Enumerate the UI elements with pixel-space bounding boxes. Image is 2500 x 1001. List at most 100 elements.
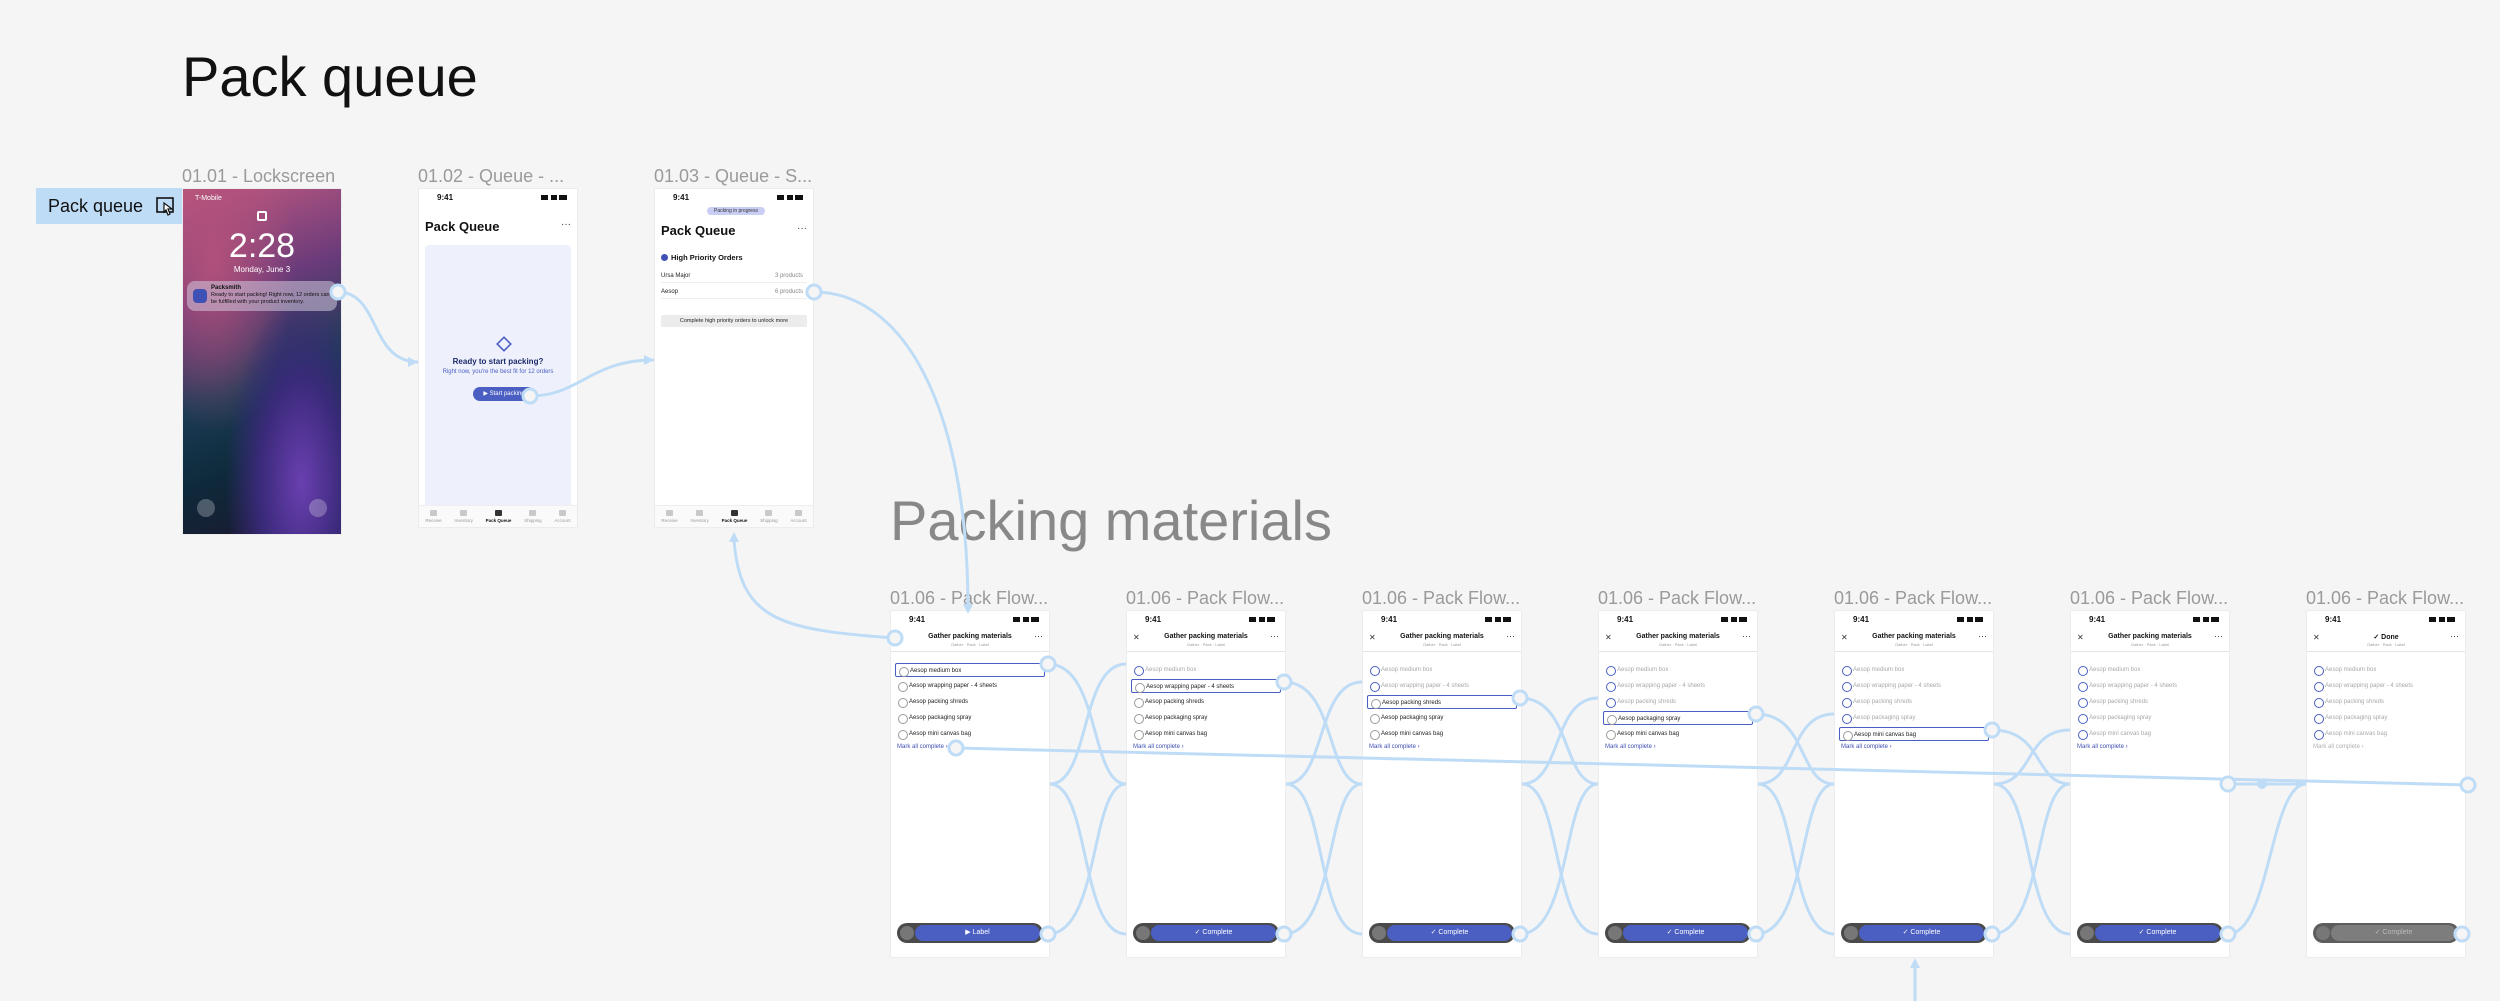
checklist-item[interactable]: Aesop medium box: [1131, 663, 1281, 677]
tab-pack-queue[interactable]: Pack Queue: [722, 510, 748, 523]
checklist-item[interactable]: Aesop packing shreds: [1367, 695, 1517, 709]
tab-account[interactable]: Account: [790, 510, 806, 523]
checklist-item[interactable]: Aesop medium box: [1603, 663, 1753, 677]
order-row[interactable]: Aesop 6 products: [661, 285, 807, 299]
checklist-item[interactable]: Aesop wrapping paper - 4 sheets: [1603, 679, 1753, 693]
checklist-item[interactable]: Aesop wrapping paper - 4 sheets: [2075, 679, 2225, 693]
checklist-item[interactable]: Aesop packing shreds: [895, 695, 1045, 709]
flow-title: ✓ Done: [2373, 634, 2399, 641]
checklist-item[interactable]: Aesop wrapping paper - 4 sheets: [1367, 679, 1517, 693]
checklist-item[interactable]: Aesop wrapping paper - 4 sheets: [895, 679, 1045, 693]
checklist-item[interactable]: Aesop packaging spray: [1603, 711, 1753, 725]
checklist-item[interactable]: Aesop packaging spray: [1367, 711, 1517, 725]
undo-icon[interactable]: [2316, 926, 2330, 940]
more-icon[interactable]: ···: [797, 223, 807, 234]
tab-inventory[interactable]: Inventory: [454, 510, 473, 523]
frame-queue-started[interactable]: 9:41 Packing in progress Pack Queue ··· …: [654, 188, 814, 528]
primary-action-button[interactable]: ✓ Complete: [1859, 925, 1984, 941]
more-icon[interactable]: ···: [2450, 631, 2459, 641]
tab-receive[interactable]: Receive: [661, 510, 677, 523]
order-row[interactable]: Ursa Major 3 products: [661, 269, 807, 283]
start-packing-button[interactable]: ▶ Start packing: [473, 387, 535, 401]
checklist-item[interactable]: Aesop packing shreds: [1839, 695, 1989, 709]
checklist-item[interactable]: Aesop wrapping paper - 4 sheets: [1839, 679, 1989, 693]
frame-pack-flow[interactable]: 9:41 Gather packing materials Gather · Pac…: [890, 610, 1050, 958]
more-icon[interactable]: ···: [2214, 631, 2223, 641]
tab-inventory[interactable]: Inventory: [690, 510, 709, 523]
more-icon[interactable]: ···: [1034, 631, 1043, 641]
primary-action-button[interactable]: ✓ Complete: [1387, 925, 1512, 941]
connection-wire: [813, 290, 970, 611]
frame-lockscreen[interactable]: T-Mobile 2:28 Monday, June 3 Packsmith R…: [182, 188, 342, 535]
checklist-item[interactable]: Aesop medium box: [895, 663, 1045, 677]
undo-icon[interactable]: [900, 926, 914, 940]
undo-icon[interactable]: [2080, 926, 2094, 940]
checklist-item[interactable]: Aesop packaging spray: [895, 711, 1045, 725]
flow-start-tag[interactable]: Pack queue: [36, 188, 182, 224]
frame-pack-flow[interactable]: 9:41 ✕ Gather packing materials Gather · Pa…: [2070, 610, 2230, 958]
tab-receive[interactable]: Receive: [425, 510, 441, 523]
flashlight-icon[interactable]: [197, 499, 215, 517]
primary-action-button[interactable]: ✓ Complete: [2331, 925, 2456, 941]
checklist-item[interactable]: Aesop mini canvas bag: [1603, 727, 1753, 741]
frame-pack-flow[interactable]: 9:41 ✕ Gather packing materials Gather · Pa…: [1598, 610, 1758, 958]
push-notification[interactable]: Packsmith Ready to start packing! Right …: [187, 281, 337, 311]
undo-icon[interactable]: [1136, 926, 1150, 940]
unlock-more-button[interactable]: Complete high priority orders to unlock …: [661, 315, 807, 327]
checklist-item[interactable]: Aesop packing shreds: [2075, 695, 2225, 709]
primary-action-button[interactable]: ✓ Complete: [1151, 925, 1276, 941]
step-indicator: Gather · Pack · Label: [2366, 642, 2406, 647]
frame-pack-flow[interactable]: 9:41 ✕ Gather packing materials Gather · Pa…: [1834, 610, 1994, 958]
mark-all-complete-link[interactable]: Mark all complete ›: [2313, 744, 2364, 750]
checklist-item[interactable]: Aesop packaging spray: [2075, 711, 2225, 725]
checklist-item[interactable]: Aesop packing shreds: [2311, 695, 2461, 709]
mark-all-complete-link[interactable]: Mark all complete ›: [897, 744, 948, 750]
undo-icon[interactable]: [1372, 926, 1386, 940]
mark-all-complete-link[interactable]: Mark all complete ›: [2077, 744, 2128, 750]
more-icon[interactable]: ···: [561, 219, 571, 230]
checklist-item[interactable]: Aesop medium box: [1839, 663, 1989, 677]
more-icon[interactable]: ···: [1742, 631, 1751, 641]
tab-shipping[interactable]: Shipping: [524, 510, 542, 523]
status-icons: [2193, 617, 2219, 622]
frame-pack-flow[interactable]: 9:41 ✕ Gather packing materials Gather · Pa…: [1362, 610, 1522, 958]
checklist-item[interactable]: Aesop mini canvas bag: [895, 727, 1045, 741]
more-icon[interactable]: ···: [1506, 631, 1515, 641]
tab-pack-queue[interactable]: Pack Queue: [486, 510, 512, 523]
checklist-item[interactable]: Aesop packaging spray: [2311, 711, 2461, 725]
camera-icon[interactable]: [309, 499, 327, 517]
checklist-item[interactable]: Aesop mini canvas bag: [1839, 727, 1989, 741]
arrowhead: [2296, 779, 2306, 789]
tab-account[interactable]: Account: [554, 510, 570, 523]
mark-all-complete-link[interactable]: Mark all complete ›: [1841, 744, 1892, 750]
checklist-item[interactable]: Aesop packaging spray: [1131, 711, 1281, 725]
primary-action-button[interactable]: ▶ Label: [915, 925, 1040, 941]
checklist-item[interactable]: Aesop medium box: [2311, 663, 2461, 677]
checklist-item[interactable]: Aesop mini canvas bag: [1131, 727, 1281, 741]
tab-shipping[interactable]: Shipping: [760, 510, 778, 523]
checklist-item[interactable]: Aesop packing shreds: [1603, 695, 1753, 709]
checklist-item[interactable]: Aesop packing shreds: [1131, 695, 1281, 709]
checklist-item[interactable]: Aesop mini canvas bag: [2075, 727, 2225, 741]
checklist-item[interactable]: Aesop wrapping paper - 4 sheets: [1131, 679, 1281, 693]
frame-queue-empty[interactable]: 9:41 Pack Queue ··· Ready to start packi…: [418, 188, 578, 528]
primary-action-button[interactable]: ✓ Complete: [2095, 925, 2220, 941]
checklist-item[interactable]: Aesop wrapping paper - 4 sheets: [2311, 679, 2461, 693]
checklist-item[interactable]: Aesop mini canvas bag: [1367, 727, 1517, 741]
frame-pack-flow[interactable]: 9:41 ✕ Gather packing materials Gather · Pa…: [1126, 610, 1286, 958]
checklist-item[interactable]: Aesop mini canvas bag: [2311, 727, 2461, 741]
checklist-item[interactable]: Aesop medium box: [1367, 663, 1517, 677]
checklist-item[interactable]: Aesop medium box: [2075, 663, 2225, 677]
undo-icon[interactable]: [1844, 926, 1858, 940]
status-time: 9:41: [673, 193, 690, 202]
mark-all-complete-link[interactable]: Mark all complete ›: [1605, 744, 1656, 750]
undo-icon[interactable]: [1608, 926, 1622, 940]
action-bar: ✓ Complete: [1841, 923, 1987, 943]
mark-all-complete-link[interactable]: Mark all complete ›: [1133, 744, 1184, 750]
mark-all-complete-link[interactable]: Mark all complete ›: [1369, 744, 1420, 750]
checklist-item[interactable]: Aesop packaging spray: [1839, 711, 1989, 725]
primary-action-button[interactable]: ✓ Complete: [1623, 925, 1748, 941]
more-icon[interactable]: ···: [1270, 631, 1279, 641]
more-icon[interactable]: ···: [1978, 631, 1987, 641]
frame-pack-flow[interactable]: 9:41 ✕ ✓ Done Gather · Pack · Label ··· Aesop…: [2306, 610, 2466, 958]
